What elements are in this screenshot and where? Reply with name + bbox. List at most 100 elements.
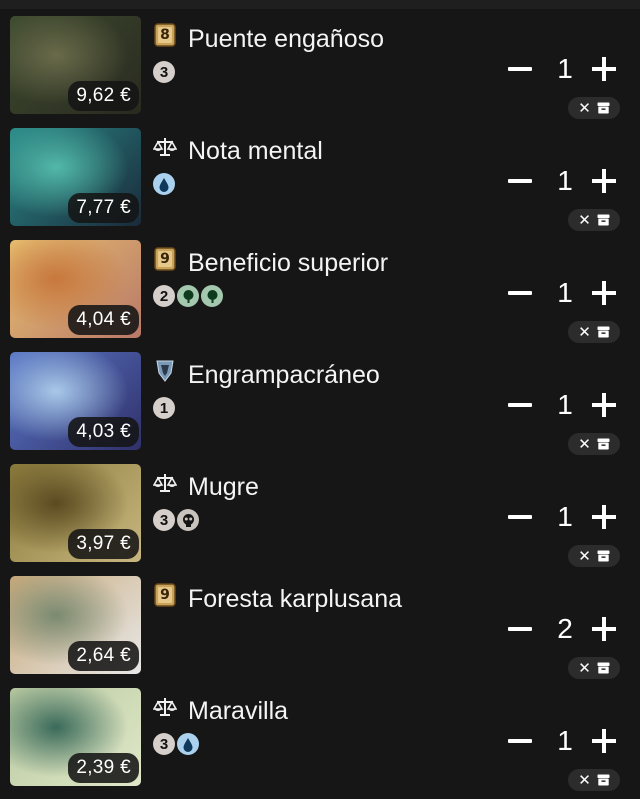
card-price-badge: 4,03 € — [68, 417, 139, 447]
minus-icon — [508, 179, 532, 183]
mana-cost — [153, 173, 175, 195]
archive-box-icon — [597, 214, 610, 226]
card-art-thumbnail[interactable]: 2,64 € — [10, 576, 141, 674]
mana-green-icon — [201, 285, 223, 307]
minus-icon — [508, 515, 532, 519]
close-icon: ✕ — [578, 547, 591, 565]
remove-card-button[interactable]: ✕ — [568, 97, 620, 119]
remove-card-button[interactable]: ✕ — [568, 545, 620, 567]
card-price-badge: 9,62 € — [68, 81, 139, 111]
decrease-quantity-button[interactable] — [505, 387, 535, 423]
quantity-value: 1 — [557, 165, 573, 196]
mana-cost: 2 — [153, 285, 223, 307]
mana-generic-icon: 1 — [153, 397, 175, 419]
decrease-quantity-button[interactable] — [505, 51, 535, 87]
quantity-value: 1 — [557, 389, 573, 420]
card-name[interactable]: Nota mental — [188, 137, 323, 166]
scales-icon — [153, 471, 177, 495]
card-art-thumbnail[interactable]: 3,97 € — [10, 464, 141, 562]
minus-icon — [508, 291, 532, 295]
decrease-quantity-button[interactable] — [505, 499, 535, 535]
numbered-card-8-icon: 8 — [153, 23, 177, 47]
quantity-stepper: 1 — [505, 499, 616, 539]
card-name[interactable]: Engrampacráneo — [188, 361, 380, 390]
increase-quantity-button[interactable] — [589, 499, 619, 535]
card-art-thumbnail[interactable]: 2,39 € — [10, 688, 141, 786]
mana-cost: 1 — [153, 397, 175, 419]
mana-cost: 3 — [153, 61, 175, 83]
quantity-stepper: 1 — [505, 51, 616, 91]
card-row: 2,64 € 9 Foresta karplusana 2 ✕ — [0, 569, 640, 681]
numbered-card-9-icon: 9 — [153, 583, 177, 607]
numbered-card-9-icon: 9 — [153, 247, 177, 271]
increase-quantity-button[interactable] — [589, 723, 619, 759]
shield-set-icon — [153, 359, 177, 383]
card-row: 4,04 € 9 Beneficio superior 2 1 ✕ — [0, 233, 640, 345]
increase-quantity-button[interactable] — [589, 51, 619, 87]
mana-generic-icon: 2 — [153, 285, 175, 307]
remove-card-button[interactable]: ✕ — [568, 321, 620, 343]
archive-box-icon — [597, 550, 610, 562]
remove-card-button[interactable]: ✕ — [568, 209, 620, 231]
mana-green-icon — [177, 285, 199, 307]
card-row: 4,03 € Engrampacráneo 1 1 ✕ — [0, 345, 640, 457]
increase-quantity-button[interactable] — [589, 611, 619, 647]
decrease-quantity-button[interactable] — [505, 275, 535, 311]
mana-cost: 3 — [153, 733, 199, 755]
archive-box-icon — [597, 774, 610, 786]
card-price-badge: 2,39 € — [68, 753, 139, 783]
mana-generic-icon: 3 — [153, 733, 175, 755]
increase-quantity-button[interactable] — [589, 387, 619, 423]
remove-card-button[interactable]: ✕ — [568, 657, 620, 679]
mana-black-icon — [177, 509, 199, 531]
card-row: 3,97 € Mugre 3 1 ✕ — [0, 457, 640, 569]
archive-box-icon — [597, 438, 610, 450]
card-art-thumbnail[interactable]: 9,62 € — [10, 16, 141, 114]
card-art-thumbnail[interactable]: 4,04 € — [10, 240, 141, 338]
remove-card-button[interactable]: ✕ — [568, 769, 620, 791]
card-name[interactable]: Mugre — [188, 473, 259, 502]
card-name[interactable]: Foresta karplusana — [188, 585, 402, 614]
close-icon: ✕ — [578, 211, 591, 229]
card-price-badge: 7,77 € — [68, 193, 139, 223]
card-row: 7,77 € Nota mental 1 ✕ — [0, 121, 640, 233]
quantity-stepper: 1 — [505, 723, 616, 763]
quantity-value: 1 — [557, 53, 573, 84]
card-art-thumbnail[interactable]: 7,77 € — [10, 128, 141, 226]
remove-card-button[interactable]: ✕ — [568, 433, 620, 455]
quantity-stepper: 1 — [505, 275, 616, 315]
close-icon: ✕ — [578, 771, 591, 789]
archive-box-icon — [597, 326, 610, 338]
mana-blue-icon — [177, 733, 199, 755]
card-price-badge: 2,64 € — [68, 641, 139, 671]
minus-icon — [508, 67, 532, 71]
quantity-stepper: 1 — [505, 163, 616, 203]
increase-quantity-button[interactable] — [589, 163, 619, 199]
close-icon: ✕ — [578, 659, 591, 677]
increase-quantity-button[interactable] — [589, 275, 619, 311]
decrease-quantity-button[interactable] — [505, 611, 535, 647]
minus-icon — [508, 627, 532, 631]
close-icon: ✕ — [578, 323, 591, 341]
minus-icon — [508, 739, 532, 743]
decrease-quantity-button[interactable] — [505, 163, 535, 199]
card-art-thumbnail[interactable]: 4,03 € — [10, 352, 141, 450]
mana-cost: 3 — [153, 509, 199, 531]
card-row: 2,39 € Maravilla 3 1 ✕ — [0, 681, 640, 793]
close-icon: ✕ — [578, 435, 591, 453]
quantity-value: 1 — [557, 277, 573, 308]
archive-box-icon — [597, 662, 610, 674]
card-row: 9,62 € 8 Puente engañoso 3 1 ✕ — [0, 9, 640, 121]
close-icon: ✕ — [578, 99, 591, 117]
mana-generic-icon: 3 — [153, 61, 175, 83]
card-name[interactable]: Maravilla — [188, 697, 288, 726]
card-name[interactable]: Puente engañoso — [188, 25, 384, 54]
quantity-value: 1 — [557, 501, 573, 532]
card-name[interactable]: Beneficio superior — [188, 249, 388, 278]
card-price-badge: 3,97 € — [68, 529, 139, 559]
quantity-stepper: 2 — [505, 611, 616, 651]
set-number-label: 8 — [160, 27, 170, 43]
decrease-quantity-button[interactable] — [505, 723, 535, 759]
minus-icon — [508, 403, 532, 407]
mana-blue-icon — [153, 173, 175, 195]
